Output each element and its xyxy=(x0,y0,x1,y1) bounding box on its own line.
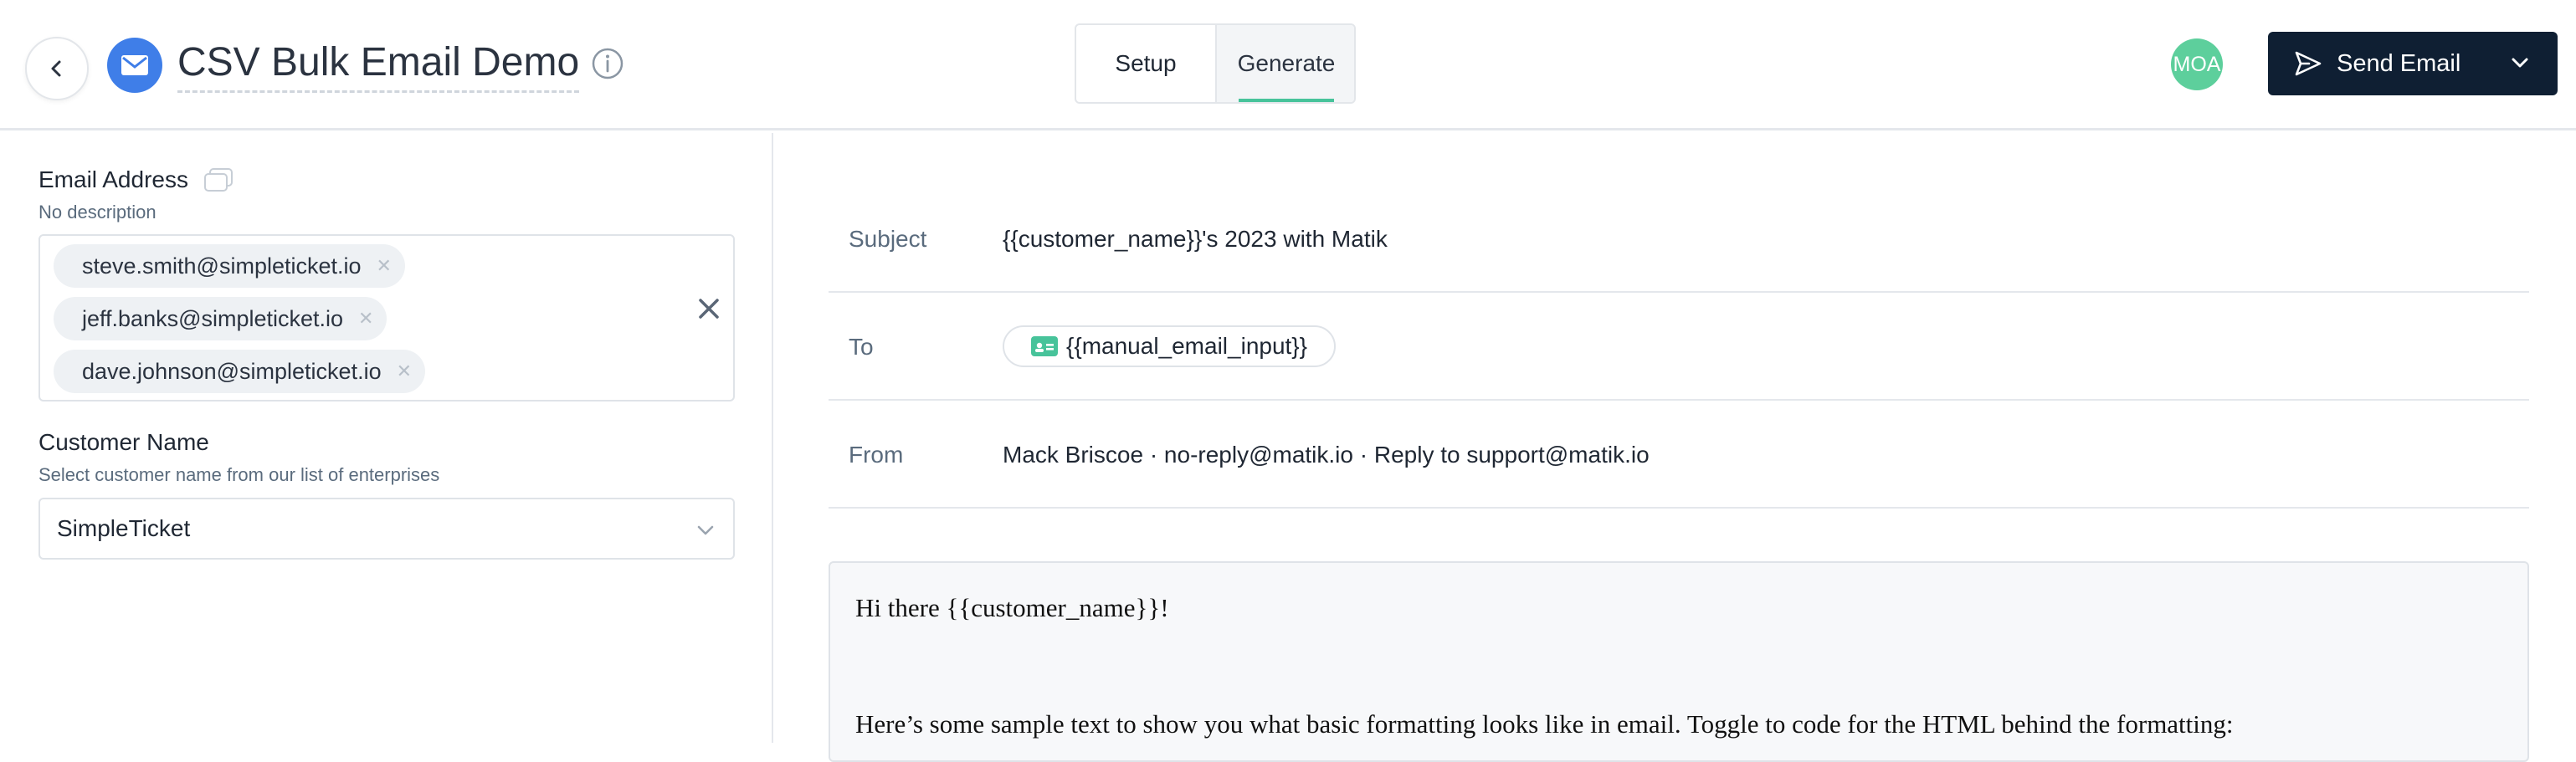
page-title[interactable]: CSV Bulk Email Demo xyxy=(177,35,580,93)
back-button[interactable] xyxy=(25,37,89,100)
clear-icon[interactable] xyxy=(695,294,723,323)
recipient-value: {{manual_email_input}} xyxy=(1066,333,1308,359)
email-chip: steve.smith@simpleticket.io ✕ xyxy=(54,244,405,288)
customer-field-description: Select customer name from our list of en… xyxy=(38,464,440,485)
email-chip-label: dave.johnson@simpleticket.io xyxy=(82,358,382,384)
to-row: To {{manual_email_input}} xyxy=(829,294,2529,401)
email-body[interactable]: Hi there {{customer_name}}! Here’s some … xyxy=(829,561,2529,762)
customer-select-value: SimpleTicket xyxy=(57,515,191,541)
avatar[interactable]: MOA xyxy=(2171,38,2223,90)
recipient-chip[interactable]: {{manual_email_input}} xyxy=(1003,325,1337,367)
mode-tabs: Setup Generate xyxy=(1075,23,1356,104)
email-field-description: No description xyxy=(38,202,157,222)
customer-field-label: Customer Name xyxy=(38,429,209,455)
email-chip-label: jeff.banks@simpleticket.io xyxy=(82,305,344,331)
email-chip-label: steve.smith@simpleticket.io xyxy=(82,253,362,279)
subject-label: Subject xyxy=(849,226,927,252)
email-field-label: Email Address xyxy=(38,166,188,192)
copy-icon[interactable] xyxy=(203,167,234,194)
back-arrow-icon xyxy=(51,60,61,77)
tab-generate-label: Generate xyxy=(1237,50,1336,76)
tab-generate[interactable]: Generate xyxy=(1217,25,1354,102)
chevron-down-icon[interactable] xyxy=(2507,50,2532,75)
to-label: To xyxy=(849,334,874,360)
active-tab-indicator xyxy=(1239,99,1334,102)
body-greeting: Hi there {{customer_name}}! xyxy=(855,593,1169,622)
body-paragraph: Here’s some sample text to show you what… xyxy=(855,709,2234,739)
chip-close-icon[interactable]: ✕ xyxy=(397,361,412,382)
chip-close-icon[interactable]: ✕ xyxy=(377,255,392,277)
app-mail-badge xyxy=(107,38,162,93)
email-chip: jeff.banks@simpleticket.io ✕ xyxy=(54,297,387,340)
email-multi-select[interactable]: steve.smith@simpleticket.io ✕ jeff.banks… xyxy=(38,234,735,401)
tab-setup-label: Setup xyxy=(1115,50,1177,76)
subject-row: Subject {{customer_name}}'s 2023 with Ma… xyxy=(829,186,2529,293)
contact-card-icon xyxy=(1031,336,1058,356)
send-icon xyxy=(2295,51,2322,76)
top-bar: CSV Bulk Email Demo Setup Generate MOA S… xyxy=(0,0,2576,130)
email-chip: dave.johnson@simpleticket.io ✕ xyxy=(54,350,426,393)
inputs-panel: Email Address No description steve.smith… xyxy=(0,133,773,743)
send-email-button[interactable]: Send Email xyxy=(2268,32,2558,95)
from-value[interactable]: Mack Briscoe · no-reply@matik.io · Reply… xyxy=(1003,401,1650,509)
chip-close-icon[interactable]: ✕ xyxy=(358,308,373,330)
tab-setup[interactable]: Setup xyxy=(1076,25,1217,102)
customer-name-select[interactable]: SimpleTicket xyxy=(38,498,735,560)
mail-icon xyxy=(121,55,148,75)
send-email-label: Send Email xyxy=(2337,49,2461,77)
info-icon[interactable] xyxy=(591,47,624,80)
from-label: From xyxy=(849,442,904,468)
chevron-down-icon xyxy=(697,525,714,535)
subject-value[interactable]: {{customer_name}}'s 2023 with Matik xyxy=(1003,186,1388,293)
from-row: From Mack Briscoe · no-reply@matik.io · … xyxy=(829,401,2529,509)
